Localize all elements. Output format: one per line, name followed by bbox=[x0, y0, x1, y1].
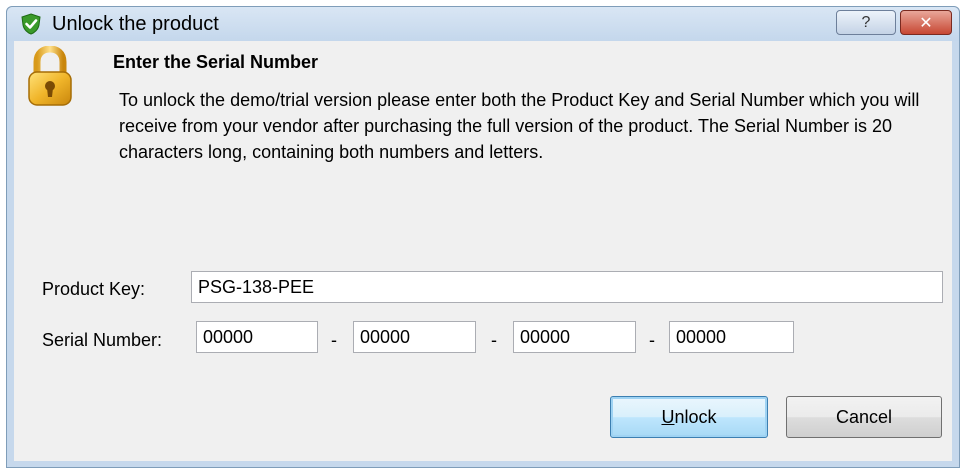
serial-part-3-input[interactable] bbox=[513, 321, 636, 353]
dialog-heading: Enter the Serial Number bbox=[113, 52, 319, 72]
serial-separator: - bbox=[649, 330, 655, 350]
help-button[interactable]: ? bbox=[836, 10, 896, 35]
instructions-text: To unlock the demo/trial version please … bbox=[119, 90, 920, 162]
serial-separator: - bbox=[331, 330, 337, 350]
unlock-mnemonic: U bbox=[661, 406, 675, 427]
serial-part-1-input[interactable] bbox=[196, 321, 318, 353]
serial-part-4-input[interactable] bbox=[669, 321, 794, 353]
serial-separator: - bbox=[491, 330, 497, 350]
product-key-label: Product Key: bbox=[42, 279, 146, 299]
help-icon: ? bbox=[861, 13, 871, 31]
window-title: Unlock the product bbox=[52, 13, 219, 35]
unlock-label: nlock bbox=[674, 406, 717, 427]
shield-check-icon bbox=[21, 13, 41, 35]
unlock-button[interactable]: Unlock bbox=[610, 396, 768, 438]
serial-number-label: Serial Number: bbox=[42, 330, 163, 350]
serial-part-2-input[interactable] bbox=[353, 321, 476, 353]
title-bar[interactable]: Unlock the product ? ✕ bbox=[7, 7, 959, 41]
product-key-input[interactable] bbox=[191, 271, 943, 303]
padlock-icon bbox=[28, 46, 72, 106]
cancel-button[interactable]: Cancel bbox=[786, 396, 942, 438]
close-icon: ✕ bbox=[919, 14, 933, 32]
close-button[interactable]: ✕ bbox=[900, 10, 952, 35]
